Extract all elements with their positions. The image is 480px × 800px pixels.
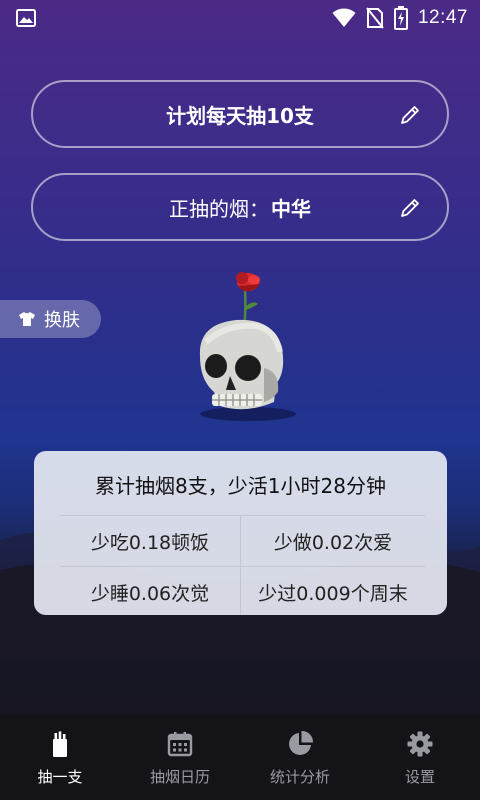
daily-plan-label: 计划每天抽10支 — [166, 103, 314, 128]
clock: 12:47 — [417, 7, 468, 28]
tab-smoke-one[interactable]: 抽一支 — [0, 714, 120, 800]
change-skin-label: 换肤 — [44, 310, 80, 331]
tab-settings[interactable]: 设置 — [360, 714, 480, 800]
stat-meals: 少吃0.18顿饭 — [90, 531, 210, 554]
gear-icon — [407, 731, 433, 757]
cigarette-brand-label: 正抽的烟： — [169, 196, 269, 221]
edit-brand-pencil-icon[interactable] — [399, 197, 421, 219]
wifi-icon — [332, 8, 356, 27]
gallery-notification-icon — [16, 9, 36, 27]
stat-weekends: 少过0.009个周末 — [258, 582, 408, 605]
tshirt-icon — [19, 312, 35, 326]
cigarette-pack-icon — [53, 731, 67, 757]
skull-with-rose-illustration — [199, 272, 296, 421]
tab-smoke-one-label: 抽一支 — [37, 768, 83, 786]
cigarette-brand-value: 中华 — [271, 196, 311, 221]
change-skin-button[interactable]: 换肤 — [0, 300, 101, 338]
battery-charging-icon — [393, 6, 408, 30]
tab-statistics[interactable]: 统计分析 — [240, 714, 360, 800]
status-bar: 12:47 — [0, 0, 480, 36]
tab-statistics-label: 统计分析 — [269, 768, 330, 786]
no-sim-icon — [366, 7, 384, 29]
tab-calendar[interactable]: 抽烟日历 — [120, 714, 240, 800]
daily-plan-pill[interactable]: 计划每天抽10支 — [31, 80, 449, 148]
stat-love: 少做0.02次爱 — [273, 531, 393, 554]
pie-chart-icon — [289, 730, 314, 755]
edit-plan-pencil-icon[interactable] — [399, 104, 421, 126]
tab-settings-label: 设置 — [404, 768, 435, 786]
bottom-navigation: 抽一支 抽烟日历 统计分析 设置 — [0, 714, 480, 800]
stats-headline: 累计抽烟8支，少活1小时28分钟 — [95, 473, 386, 498]
tab-calendar-label: 抽烟日历 — [149, 768, 210, 786]
stat-sleep: 少睡0.06次觉 — [90, 582, 210, 605]
cigarette-brand-pill[interactable]: 正抽的烟： 中华 — [31, 173, 449, 241]
stats-grid: 少吃0.18顿饭 少做0.02次爱 少睡0.06次觉 少过0.009个周末 — [60, 515, 425, 615]
stats-card: 累计抽烟8支，少活1小时28分钟 少吃0.18顿饭 少做0.02次爱 少睡0.0… — [34, 451, 447, 615]
calendar-icon — [167, 732, 193, 757]
